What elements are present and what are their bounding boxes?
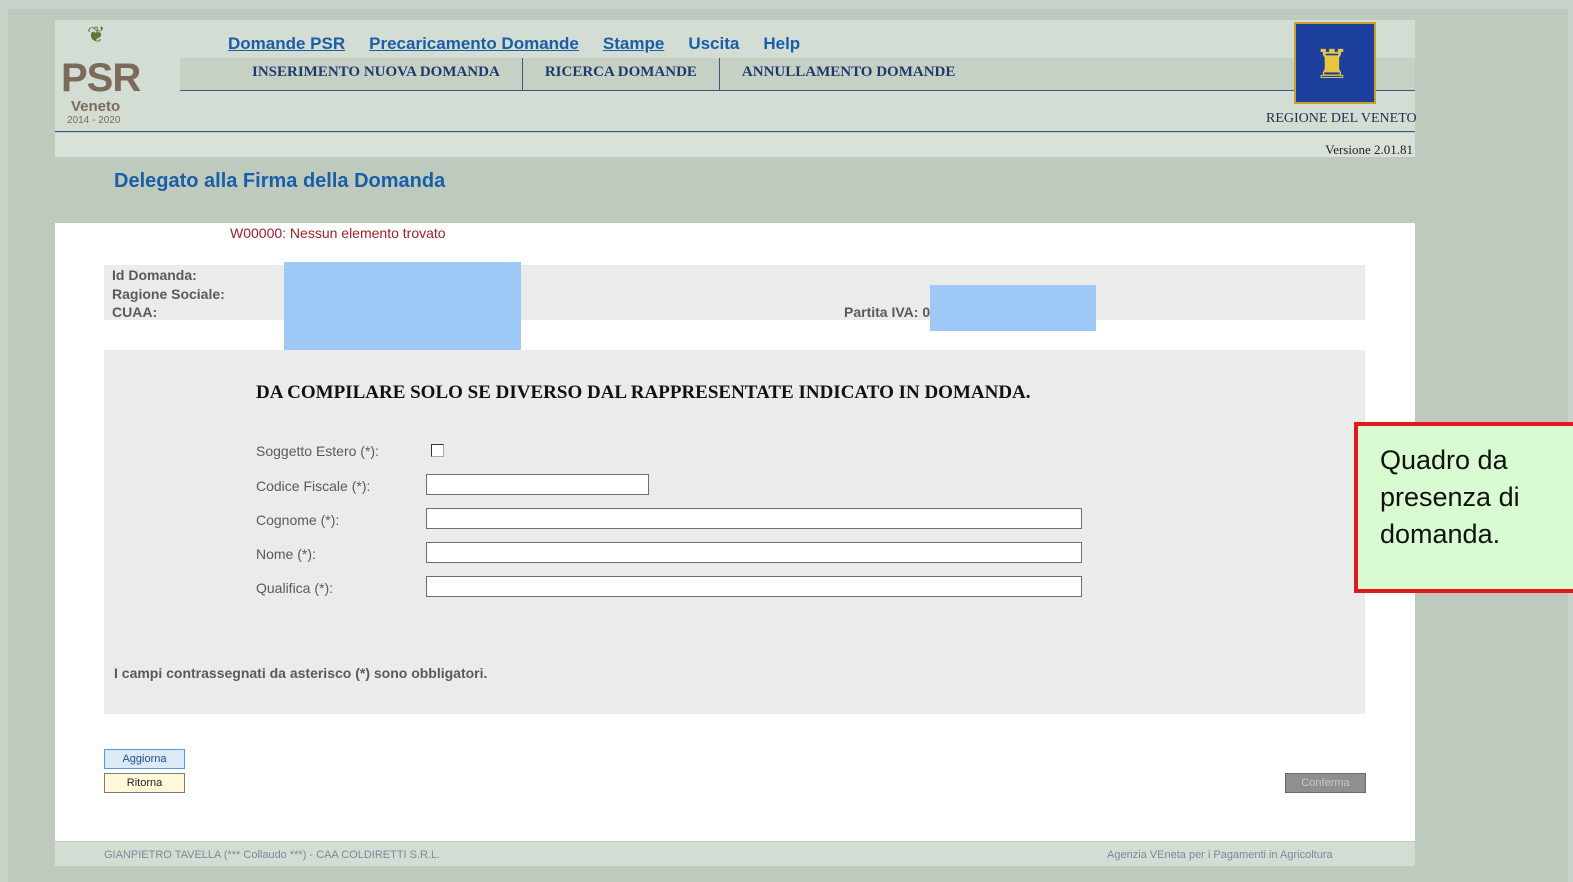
nav-domande-psr[interactable]: Domande PSR xyxy=(228,34,345,54)
delegate-form xyxy=(104,350,1365,714)
top-navigation: Domande PSR Precaricamento Domande Stamp… xyxy=(228,34,800,54)
version-label: Versione 2.01.81 xyxy=(1325,142,1413,157)
cognome-input[interactable] xyxy=(426,508,1082,529)
conferma-button[interactable]: Conferma xyxy=(1285,773,1366,793)
logo-years: 2014 - 2020 xyxy=(67,115,121,126)
nav-help[interactable]: Help xyxy=(763,34,800,54)
logo-region: Veneto xyxy=(71,98,121,115)
nome-input[interactable] xyxy=(426,542,1082,563)
redaction-box xyxy=(930,285,1096,331)
nav-precaricamento[interactable]: Precaricamento Domande xyxy=(369,34,579,54)
footer-user: GIANPIETRO TAVELLA (*** Collaudo ***) - … xyxy=(104,849,441,861)
qualifica-input[interactable] xyxy=(426,576,1082,597)
qualifica-label: Qualifica (*): xyxy=(256,580,334,596)
warning-message: W00000: Nessun elemento trovato xyxy=(230,225,446,241)
subnav-ricerca[interactable]: RICERCA DOMANDE xyxy=(523,58,720,90)
regione-label: REGIONE DEL VENETO xyxy=(1266,111,1417,126)
cognome-label: Cognome (*): xyxy=(256,512,340,528)
version-bar xyxy=(55,133,1415,157)
subnav-annullamento[interactable]: ANNULLAMENTO DOMANDE xyxy=(720,58,977,90)
logo-text: PSR xyxy=(61,56,141,100)
required-fields-note: I campi contrassegnati da asterisco (*) … xyxy=(114,665,488,681)
partita-iva-label: Partita IVA: 0 xyxy=(844,304,931,320)
psr-logo: ❦ PSR Veneto 2014 - 2020 xyxy=(55,20,175,132)
callout-text: Quadro da presenza di domanda. xyxy=(1380,445,1520,549)
form-heading: DA COMPILARE SOLO SE DIVERSO DAL RAPPRES… xyxy=(256,382,1031,403)
page-title: Delegato alla Firma della Domanda xyxy=(114,170,446,192)
sub-navigation: INSERIMENTO NUOVA DOMANDA RICERCA DOMAND… xyxy=(230,58,977,90)
codice-fiscale-label: Codice Fiscale (*): xyxy=(256,478,371,494)
id-domanda-label: Id Domanda: xyxy=(112,267,197,283)
ragione-sociale-label: Ragione Sociale: xyxy=(112,286,225,302)
subnav-inserimento[interactable]: INSERIMENTO NUOVA DOMANDA xyxy=(230,58,523,90)
soggetto-estero-label: Soggetto Estero (*): xyxy=(256,443,379,459)
nav-stampe[interactable]: Stampe xyxy=(603,34,664,54)
regione-crest-icon: ♜ xyxy=(1294,22,1376,104)
footer-agency: Agenzia VEneta per i Pagamenti in Agrico… xyxy=(1107,849,1333,861)
header-divider xyxy=(55,131,1415,132)
codice-fiscale-input[interactable] xyxy=(426,474,649,495)
ritorna-button[interactable]: Ritorna xyxy=(104,773,185,793)
aggiorna-button[interactable]: Aggiorna xyxy=(104,749,185,769)
nome-label: Nome (*): xyxy=(256,546,316,562)
annotation-callout: Quadro da presenza di domanda. xyxy=(1354,422,1573,593)
soggetto-estero-checkbox[interactable] xyxy=(431,444,444,457)
sprout-icon: ❦ xyxy=(87,22,106,47)
nav-uscita[interactable]: Uscita xyxy=(688,34,739,54)
cuaa-label: CUAA: xyxy=(112,304,158,320)
